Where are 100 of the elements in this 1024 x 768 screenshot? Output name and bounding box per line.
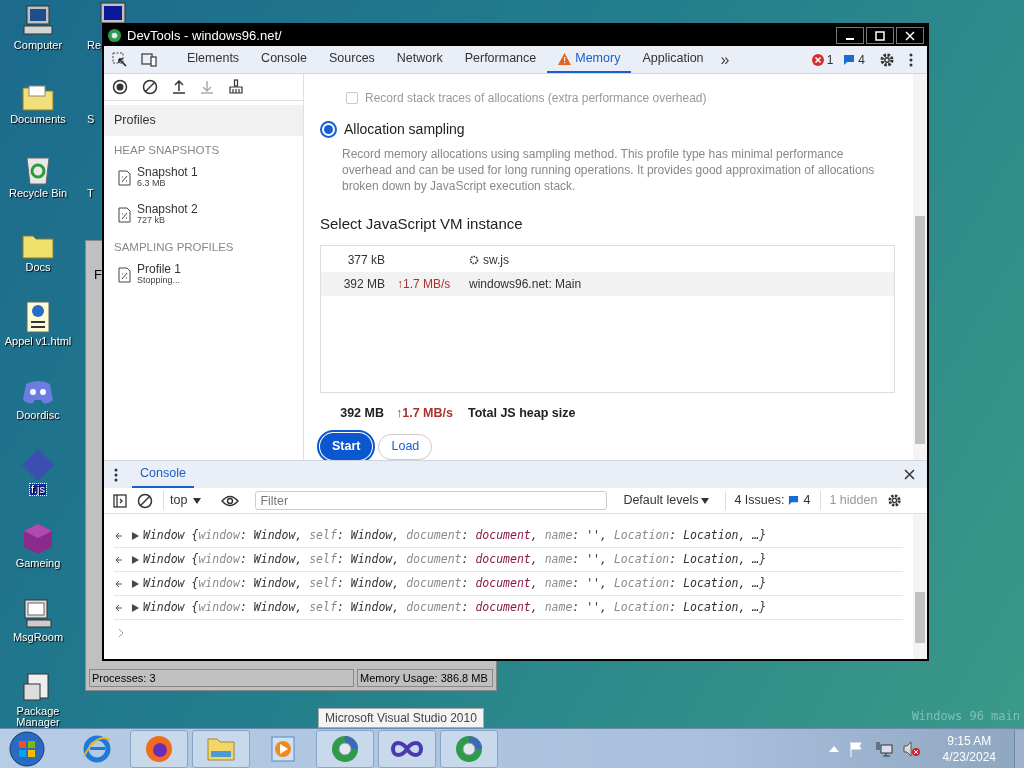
document-icon	[25, 300, 51, 334]
upload-icon[interactable]	[172, 79, 186, 95]
tab[interactable]: Network	[385, 46, 454, 73]
desktop-icon-label[interactable]: Appel v1.html	[3, 336, 73, 347]
scrollbar[interactable]	[913, 514, 927, 659]
desktop-icon-label[interactable]: Doordisc	[15, 410, 61, 421]
status-bar-field: Processes: 3	[89, 669, 354, 687]
taskbar-button[interactable]	[440, 729, 498, 768]
result-arrow-icon	[114, 579, 122, 588]
tab[interactable]: Elements	[176, 46, 251, 73]
close-icon[interactable]	[904, 469, 915, 480]
profiles-header[interactable]: Profiles	[104, 105, 303, 136]
start-button[interactable]	[8, 729, 46, 768]
tab[interactable]: Performance	[453, 46, 548, 73]
record-icon[interactable]	[112, 79, 128, 95]
desktop-icon-label[interactable]: Documents	[9, 114, 67, 125]
close-button[interactable]	[896, 27, 924, 44]
tab[interactable]: Console	[132, 461, 194, 488]
tab[interactable]: Sources	[318, 46, 386, 73]
globe-icon[interactable]	[330, 733, 360, 764]
taskbar-button[interactable]	[130, 729, 188, 768]
globe-icon[interactable]	[454, 733, 484, 764]
start-button[interactable]: Start	[320, 433, 373, 460]
sidebar-toggle-icon[interactable]	[113, 493, 127, 508]
monitor-icon	[100, 2, 126, 23]
settings-icon[interactable]	[887, 493, 903, 508]
computer-icon	[21, 4, 55, 38]
log-entry: Window {window: Window, self: Window, document: document, name: '', Location: Location, …}	[143, 526, 767, 544]
minimize-button[interactable]	[836, 27, 864, 44]
tab[interactable]: Memory	[547, 46, 632, 73]
message-count[interactable]: 4	[858, 50, 865, 69]
context-dropdown[interactable]: top	[163, 491, 208, 510]
eye-icon[interactable]	[221, 494, 240, 507]
prompt-icon[interactable]	[118, 628, 124, 638]
desktop-icon-label[interactable]: Re	[87, 39, 102, 51]
clear-icon[interactable]	[137, 492, 153, 509]
desktop-icon-label[interactable]: T	[87, 187, 94, 199]
more-icon[interactable]	[909, 52, 913, 67]
result-arrow-icon	[114, 603, 122, 612]
expand-triangle-icon[interactable]	[132, 555, 139, 564]
window-title: DevTools - windows96.net/	[127, 26, 283, 45]
vm-instance-row[interactable]: 392 MB ↑1.7 MB/s windows96.net: Main	[321, 271, 894, 296]
desktop-icon-label[interactable]: Recycle Bin	[7, 188, 69, 199]
status-bar-field: Memory Usage: 386.8 MB	[357, 669, 493, 687]
settings-icon[interactable]	[879, 51, 895, 68]
browser-icon[interactable]	[144, 733, 174, 764]
instance-name: windows96.net: Main	[469, 275, 582, 293]
profile-item[interactable]: Snapshot 1 6.3 MB	[104, 159, 303, 197]
error-count[interactable]: 1	[826, 50, 834, 69]
desktop-icon-label[interactable]: S	[87, 113, 95, 125]
taskbar-button[interactable]	[316, 729, 374, 768]
total-heap-size: 392 MB	[339, 404, 384, 422]
tab[interactable]: Console	[250, 46, 318, 73]
globe-icon	[107, 28, 122, 43]
issues-count[interactable]: 4	[803, 491, 811, 510]
dropdown-caret-icon	[701, 497, 710, 504]
profile-item[interactable]: Snapshot 2 727 kB	[104, 196, 303, 234]
log-entry: Window {window: Window, self: Window, document: document, name: '', Location: Location, …}	[143, 574, 767, 592]
more-icon[interactable]	[114, 467, 118, 482]
window-text: F	[94, 266, 102, 284]
infinity-icon[interactable]	[390, 738, 424, 759]
section-heading: HEAP SNAPSHOTS	[113, 143, 221, 158]
desktop-icon-label[interactable]: MsgRoom	[11, 632, 65, 643]
profile-item[interactable]: Profile 1 Stopping...	[104, 256, 303, 294]
desktop-icon-label[interactable]: Docs	[24, 262, 52, 273]
radio-button[interactable]	[320, 121, 337, 138]
heap-rate: ↑1.7 MB/s	[397, 276, 451, 291]
tab[interactable]: Application	[631, 46, 715, 73]
issues-label[interactable]: 4 Issues:	[734, 491, 785, 510]
device-icon[interactable]	[140, 51, 158, 68]
vm-instance-row[interactable]: 377 kB sw.js	[321, 247, 894, 272]
download-icon	[200, 79, 214, 95]
desktop-icon-label[interactable]: Computer	[12, 40, 64, 51]
diamond-icon	[21, 448, 55, 482]
browser-icon[interactable]	[82, 733, 112, 764]
taskbar-button[interactable]	[378, 729, 436, 768]
profile-detail: 727 kB	[137, 214, 166, 226]
section-heading: SAMPLING PROFILES	[113, 240, 235, 256]
muted-speaker-icon[interactable]	[902, 740, 921, 757]
desktop-icon-label[interactable]: Gameing	[14, 558, 62, 569]
error-icon	[811, 53, 824, 66]
desktop-icon-label[interactable]: f.js	[29, 484, 47, 495]
network-icon[interactable]	[874, 740, 893, 757]
result-arrow-icon	[114, 531, 122, 540]
profile-name: Snapshot 2	[137, 203, 198, 215]
expand-triangle-icon[interactable]	[132, 603, 139, 612]
levels-dropdown[interactable]: Default levels	[617, 491, 716, 510]
clear-icon[interactable]	[142, 79, 158, 95]
expand-triangle-icon[interactable]	[132, 531, 139, 540]
broom-icon[interactable]	[228, 79, 244, 95]
close-icon	[905, 30, 915, 41]
expand-triangle-icon[interactable]	[132, 579, 139, 588]
scrollbar[interactable]	[913, 74, 927, 460]
maximize-button[interactable]	[866, 27, 894, 44]
total-heap-rate: ↑1.7 MB/s	[395, 404, 454, 422]
folder-icon	[21, 82, 55, 112]
inspect-icon[interactable]	[112, 51, 128, 68]
more-tabs-button[interactable]: »	[714, 46, 736, 73]
desktop-icon-label[interactable]: Package Manager	[0, 706, 76, 728]
filter-field[interactable]: Filter	[255, 491, 608, 510]
